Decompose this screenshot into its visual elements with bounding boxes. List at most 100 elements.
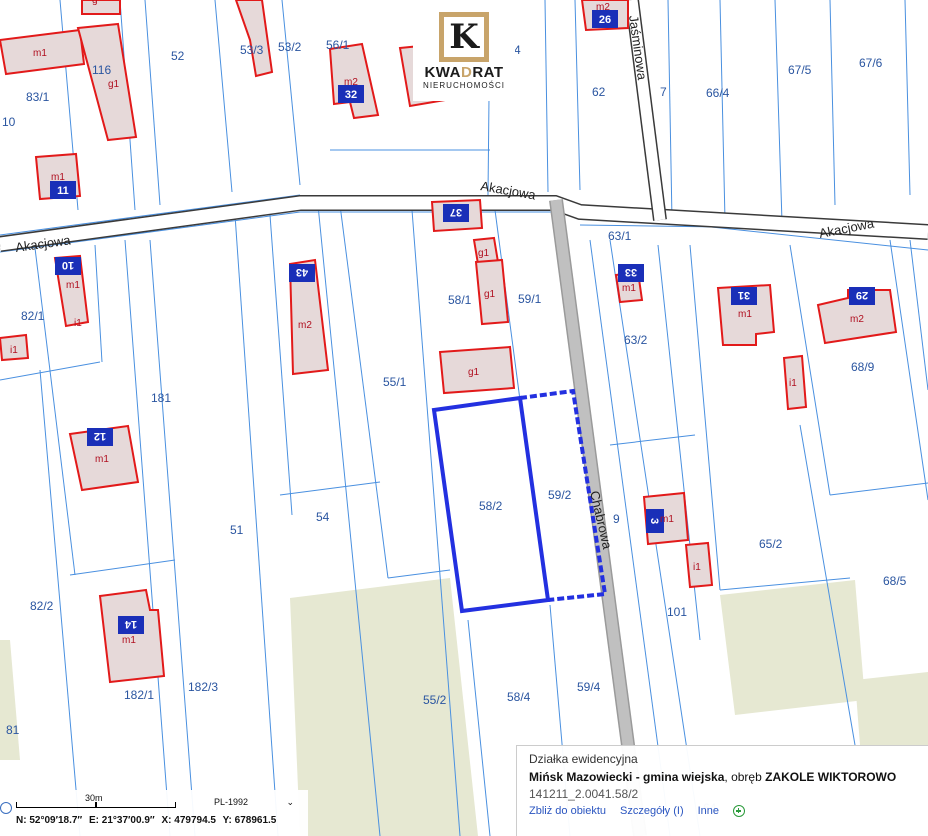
svg-text:i1: i1 (789, 378, 797, 389)
svg-text:56/1: 56/1 (326, 38, 350, 52)
house-number-43: 43 (289, 264, 315, 282)
scale-bar (16, 802, 176, 808)
house-number-37: 37 (443, 204, 469, 222)
svg-text:m2: m2 (298, 320, 312, 331)
svg-text:62: 62 (592, 85, 606, 99)
info-precinct-prefix: , obręb (724, 770, 766, 784)
svg-text:14: 14 (124, 618, 137, 630)
svg-text:65/2: 65/2 (759, 537, 783, 551)
house-number-12: 12 (87, 428, 113, 446)
add-icon[interactable] (733, 805, 746, 817)
svg-text:m2: m2 (596, 2, 610, 13)
svg-text:11: 11 (57, 185, 69, 197)
svg-text:82/2: 82/2 (30, 599, 54, 613)
svg-text:m1: m1 (622, 283, 636, 294)
svg-text:m1: m1 (95, 454, 109, 465)
svg-text:33: 33 (625, 266, 637, 278)
svg-text:181: 181 (151, 391, 171, 405)
coord-lon: E: 21°37′00.9″ (89, 815, 155, 826)
svg-text:101: 101 (667, 605, 687, 619)
house-number-11: 11 (50, 181, 76, 199)
svg-text:182/1: 182/1 (124, 688, 154, 702)
svg-text:83/1: 83/1 (26, 90, 50, 104)
svg-text:m2: m2 (344, 77, 358, 88)
svg-text:12: 12 (94, 430, 106, 442)
house-number-14: 14 (118, 616, 144, 634)
info-parcel-id: 141211_2.0041.58/2 (529, 787, 639, 801)
svg-text:i1: i1 (74, 318, 82, 329)
svg-text:37: 37 (450, 206, 462, 218)
svg-text:3: 3 (648, 518, 660, 524)
svg-text:66/4: 66/4 (706, 86, 730, 100)
info-location: Mińsk Mazowiecki - gmina wiejska, obręb … (529, 770, 916, 784)
svg-text:7: 7 (660, 85, 667, 99)
svg-text:55/1: 55/1 (383, 375, 407, 389)
svg-text:g: g (92, 0, 98, 6)
svg-text:59/4: 59/4 (577, 680, 601, 694)
info-municipality: Mińsk Mazowiecki - gmina wiejska (529, 770, 725, 784)
svg-text:63/2: 63/2 (624, 333, 648, 347)
details-link[interactable]: Szczegóły (I) (620, 805, 684, 817)
svg-text:68/9: 68/9 (851, 360, 875, 374)
zoom-to-object-link[interactable]: Zbliż do obiektu (529, 805, 606, 817)
svg-text:Jaśminowa: Jaśminowa (626, 14, 650, 81)
svg-text:53/2: 53/2 (278, 40, 302, 54)
svg-text:g1: g1 (468, 367, 480, 378)
info-precinct: ZAKOLE WIKTOROWO (765, 770, 897, 784)
svg-text:m1: m1 (66, 280, 80, 291)
cursor-coordinates: N: 52°09′18.7″ E: 21°37′00.9″ X: 479794.… (16, 815, 280, 826)
svg-text:67/6: 67/6 (859, 56, 883, 70)
coord-x: X: 479794.5 (161, 815, 216, 826)
svg-text:9: 9 (613, 512, 620, 526)
svg-text:10: 10 (62, 259, 74, 271)
svg-text:58/2: 58/2 (479, 499, 503, 513)
house-number-31: 31 (731, 287, 757, 305)
svg-text:10: 10 (2, 115, 16, 129)
svg-text:53/3: 53/3 (240, 43, 264, 57)
info-actions: Zbliż do obiektu Szczegóły (I) Inne (529, 805, 916, 817)
svg-text:m1: m1 (122, 635, 136, 646)
svg-text:54: 54 (316, 510, 330, 524)
svg-text:63/1: 63/1 (608, 229, 632, 243)
kwadrat-logo: K KWADRAT NIERUCHOMOŚCI (413, 0, 515, 101)
svg-text:52: 52 (171, 49, 185, 63)
coord-y: Y: 678961.5 (222, 815, 277, 826)
svg-text:g1: g1 (108, 79, 120, 90)
svg-text:67/5: 67/5 (788, 63, 812, 77)
svg-text:68/5: 68/5 (883, 574, 907, 588)
crs-selected-value: PL-1992 (214, 797, 249, 807)
svg-text:43: 43 (296, 266, 308, 278)
svg-text:m1: m1 (660, 514, 674, 525)
svg-text:m2: m2 (850, 314, 864, 325)
svg-text:i1: i1 (693, 562, 701, 573)
svg-text:29: 29 (856, 289, 868, 301)
svg-text:182/3: 182/3 (188, 680, 218, 694)
cadastral-map[interactable]: 26 32 11 37 10 43 33 31 29 12 3 14 g m1 … (0, 0, 928, 836)
svg-text:82/1: 82/1 (21, 309, 45, 323)
logo-brand: KWADRAT (424, 64, 504, 81)
logo-mark-icon: K (439, 12, 489, 62)
other-link[interactable]: Inne (698, 805, 719, 817)
compass-icon (0, 802, 12, 814)
svg-text:m1: m1 (738, 309, 752, 320)
svg-text:59/1: 59/1 (518, 292, 542, 306)
logo-subtitle: NIERUCHOMOŚCI (423, 81, 505, 90)
svg-text:51: 51 (230, 523, 244, 537)
info-type: Działka ewidencyjna (529, 752, 638, 766)
svg-text:i1: i1 (10, 345, 18, 356)
svg-text:32: 32 (345, 89, 357, 101)
house-number-29: 29 (849, 287, 875, 305)
svg-text:58/4: 58/4 (507, 690, 531, 704)
svg-text:81: 81 (6, 723, 20, 737)
svg-text:4: 4 (514, 43, 521, 57)
crs-select[interactable]: PL-1992 ⌄ (214, 794, 294, 810)
svg-text:26: 26 (599, 14, 611, 26)
svg-text:55/2: 55/2 (423, 693, 447, 707)
house-number-33: 33 (618, 264, 644, 282)
parcel-info-panel: Działka ewidencyjna Mińsk Mazowiecki - g… (516, 745, 928, 836)
coord-lat: N: 52°09′18.7″ (16, 815, 83, 826)
svg-text:g1: g1 (484, 289, 496, 300)
svg-text:59/2: 59/2 (548, 488, 572, 502)
svg-text:116: 116 (92, 63, 111, 77)
chevron-down-icon: ⌄ (286, 796, 294, 807)
